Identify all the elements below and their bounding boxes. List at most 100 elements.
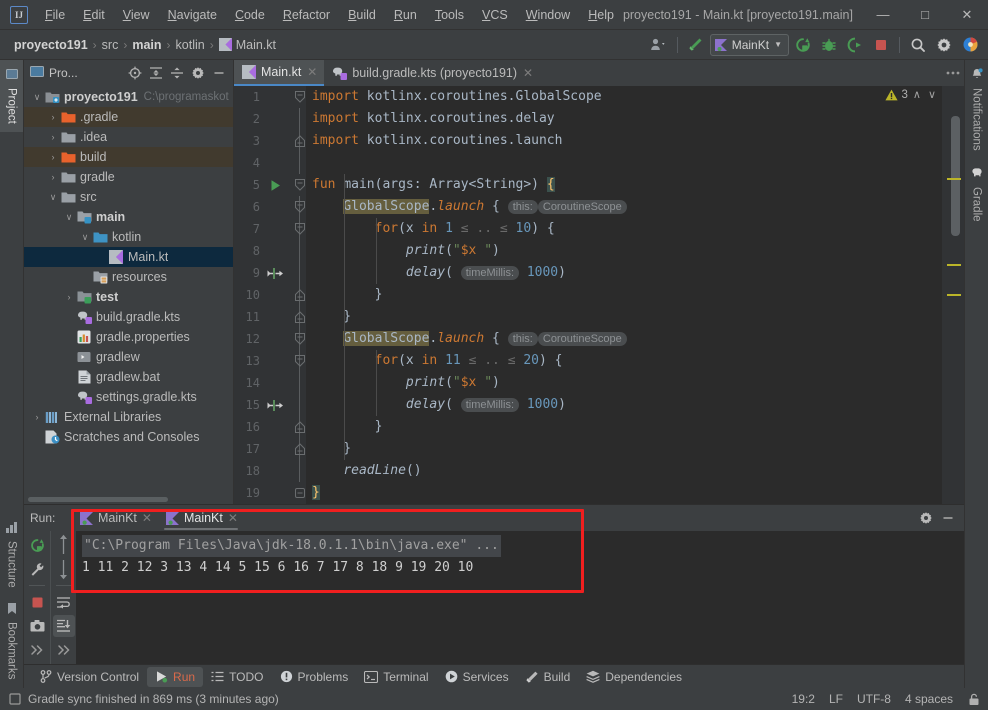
warning-marker[interactable]	[947, 264, 961, 266]
run-coverage-button[interactable]	[843, 33, 867, 57]
code-fold-handle[interactable]	[295, 355, 305, 367]
code-line[interactable]: import kotlinx.coroutines.GlobalScope	[312, 86, 942, 108]
chevron-right-icon[interactable]: ›	[46, 152, 60, 162]
tool-window-button-dependencies[interactable]: Dependencies	[578, 667, 690, 687]
inspection-widget[interactable]: 3 ∧ ∨	[885, 88, 938, 101]
code-fold-handle[interactable]	[295, 421, 305, 433]
code-line[interactable]: }	[312, 306, 942, 328]
code-line[interactable]: import kotlinx.coroutines.delay	[312, 108, 942, 130]
sidebar-item-notifications[interactable]: Notifications	[965, 60, 988, 159]
sidebar-item-project[interactable]: Project	[0, 60, 23, 132]
code-line[interactable]: }	[312, 416, 942, 438]
warning-marker[interactable]	[947, 178, 961, 180]
indent-setting[interactable]: 4 spaces	[905, 692, 953, 706]
tree-item-test[interactable]: › test	[24, 287, 233, 307]
hide-run-panel-button[interactable]	[938, 508, 958, 528]
chevron-up-icon[interactable]: ∧	[911, 88, 923, 101]
scroll-up-button[interactable]	[53, 534, 75, 556]
tool-window-button-build[interactable]: Build	[517, 667, 579, 687]
editor-gutter[interactable]: 1 2 3 4 5 6 7 8 9 10 11 12 13 14 15 16 1…	[234, 86, 294, 504]
code-fold-handle[interactable]	[295, 223, 305, 235]
tree-item-external-libraries[interactable]: › External Libraries	[24, 407, 233, 427]
run-gutter-icon[interactable]	[260, 179, 290, 192]
collapse-all-button[interactable]	[167, 63, 187, 83]
code-fold-handle[interactable]	[295, 289, 305, 301]
code-line[interactable]: import kotlinx.coroutines.launch	[312, 130, 942, 152]
coroutine-suspend-icon[interactable]	[260, 267, 290, 280]
tool-window-button-terminal[interactable]: Terminal	[356, 667, 436, 687]
status-message-group[interactable]: Gradle sync finished in 869 ms (3 minute…	[8, 692, 279, 706]
analysis-gutter[interactable]	[942, 86, 964, 504]
menu-item-edit[interactable]: Edit	[74, 4, 114, 26]
run-tab-2[interactable]: MainKt ✕	[158, 505, 244, 531]
code-fold-handle[interactable]	[295, 135, 305, 147]
select-opened-file-button[interactable]	[125, 63, 145, 83]
tool-window-button-todo[interactable]: TODO	[203, 667, 271, 687]
chevron-down-icon[interactable]: ∨	[46, 192, 60, 202]
coroutine-suspend-icon[interactable]	[260, 399, 290, 412]
wrench-icon[interactable]	[26, 558, 48, 580]
code-line[interactable]: for(x in 11 ≤ .. ≤ 20) {	[312, 350, 942, 372]
close-icon[interactable]: ✕	[228, 511, 238, 525]
expand-all-button[interactable]	[146, 63, 166, 83]
code-line[interactable]: for(x in 1 ≤ .. ≤ 10) {	[312, 218, 942, 240]
sidebar-item-gradle[interactable]: Gradle	[965, 159, 988, 230]
scroll-to-end-button[interactable]	[52, 615, 75, 637]
editor-scrollbar-thumb[interactable]	[951, 116, 960, 236]
menu-item-refactor[interactable]: Refactor	[274, 4, 339, 26]
chevron-down-icon[interactable]: ∨	[926, 88, 938, 101]
editor-tabs-more-icon[interactable]	[942, 60, 964, 86]
code-fold-handle[interactable]	[295, 179, 305, 191]
tree-item-gradlew-bat[interactable]: gradlew.bat	[24, 367, 233, 387]
stop-button[interactable]	[26, 591, 48, 613]
code-line[interactable]: print("$x ")	[312, 240, 942, 262]
code-fold-handle[interactable]	[295, 311, 305, 323]
tree-item-resources[interactable]: resources	[24, 267, 233, 287]
code-line[interactable]	[312, 152, 942, 174]
code-line[interactable]: delay( timeMillis: 1000)	[312, 394, 942, 416]
editor-tab-main-kt[interactable]: Main.kt ✕	[234, 60, 325, 86]
settings-button[interactable]	[932, 33, 956, 57]
tool-window-button-services[interactable]: Services	[437, 667, 517, 687]
breadcrumb-item-main-kt[interactable]: Main.kt	[215, 36, 280, 54]
menu-item-help[interactable]: Help	[579, 4, 623, 26]
code-line[interactable]: fun main(args: Array<String>) {	[312, 174, 942, 196]
code-fold-handle[interactable]	[295, 333, 305, 345]
project-tree[interactable]: ∨ proyecto191 C:\programaskot › .gradle ›…	[24, 86, 233, 495]
tree-item-main-kt[interactable]: Main.kt	[24, 247, 233, 267]
project-horizontal-scrollbar[interactable]	[24, 495, 233, 504]
tree-item-gradle[interactable]: › .gradle	[24, 107, 233, 127]
more-button[interactable]	[53, 639, 75, 661]
close-icon[interactable]: ✕	[142, 511, 152, 525]
code-line[interactable]: }	[312, 482, 942, 504]
options-gear-icon[interactable]	[188, 63, 208, 83]
tree-item-src[interactable]: ∨ src	[24, 187, 233, 207]
menu-item-tools[interactable]: Tools	[426, 4, 473, 26]
breadcrumb-item-src[interactable]: src	[98, 36, 123, 54]
soft-wrap-button[interactable]	[53, 591, 75, 613]
tree-item-gradle[interactable]: › gradle	[24, 167, 233, 187]
minimize-button[interactable]: —	[862, 0, 904, 29]
chevron-right-icon[interactable]: ›	[46, 172, 60, 182]
code-line[interactable]: GlobalScope.launch { this: CoroutineScope	[312, 196, 942, 218]
breadcrumb-item-main[interactable]: main	[128, 36, 165, 54]
sidebar-item-bookmarks[interactable]: Bookmarks	[0, 595, 23, 688]
account-button[interactable]	[647, 33, 671, 57]
tree-item-gradle-properties[interactable]: gradle.properties	[24, 327, 233, 347]
menu-item-navigate[interactable]: Navigate	[159, 4, 226, 26]
more-button[interactable]	[26, 639, 48, 661]
menu-item-build[interactable]: Build	[339, 4, 385, 26]
tree-item-main[interactable]: ∨ main	[24, 207, 233, 227]
code-editor[interactable]: 1 2 3 4 5 6 7 8 9 10 11 12 13 14 15 16 1…	[234, 86, 964, 504]
code-line[interactable]: readLine()	[312, 460, 942, 482]
console-output[interactable]: "C:\Program Files\Java\jdk-18.0.1.1\bin\…	[76, 531, 964, 664]
chevron-right-icon[interactable]: ›	[46, 112, 60, 122]
tool-window-button-run[interactable]: Run	[147, 666, 204, 687]
breadcrumb-item-proyecto191[interactable]: proyecto191	[10, 36, 92, 54]
tree-item-build[interactable]: › build	[24, 147, 233, 167]
tree-item-gradlew[interactable]: gradlew	[24, 347, 233, 367]
caret-position[interactable]: 19:2	[792, 692, 815, 706]
chevron-down-icon[interactable]: ∨	[30, 92, 44, 102]
camera-icon[interactable]	[26, 615, 48, 637]
run-settings-gear-icon[interactable]	[916, 508, 936, 528]
